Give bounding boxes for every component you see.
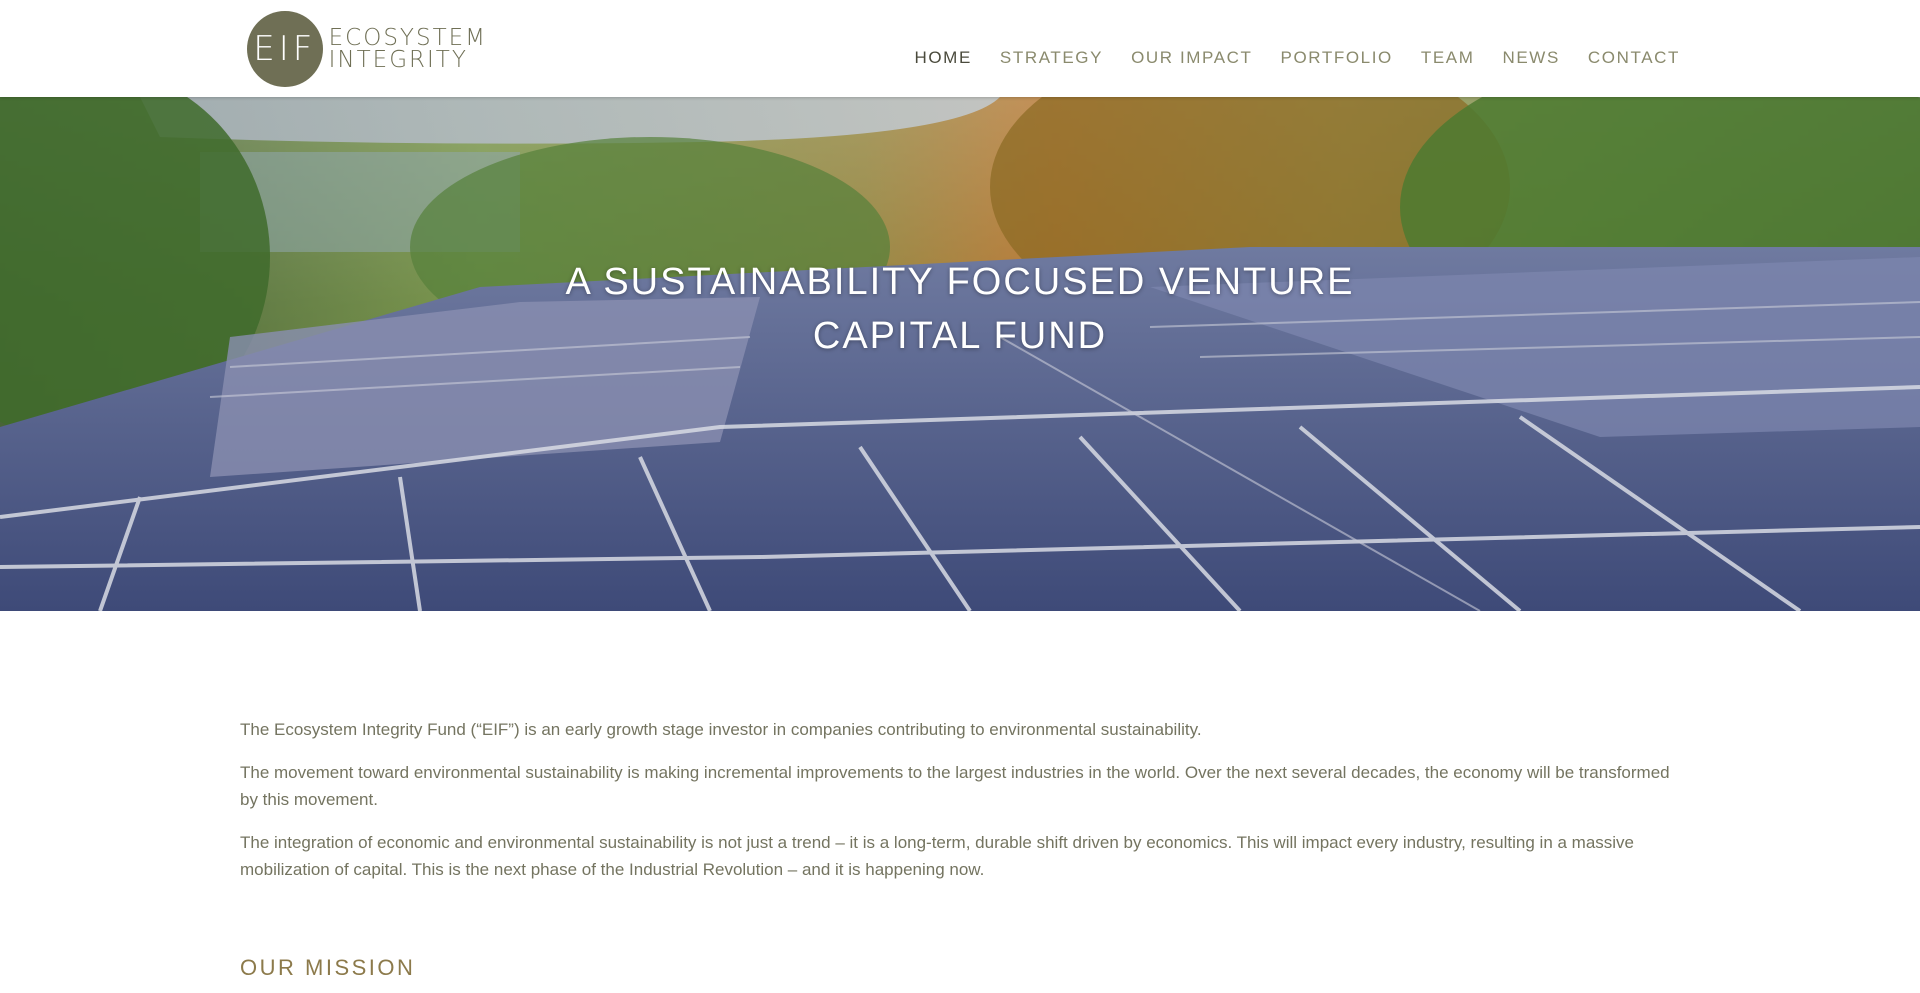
nav-team[interactable]: TEAM — [1421, 48, 1475, 68]
nav-contact[interactable]: CONTACT — [1588, 48, 1680, 68]
nav-news[interactable]: NEWS — [1502, 48, 1559, 68]
nav-home[interactable]: HOME — [914, 48, 971, 68]
logo-link[interactable]: EIF ECOSYSTEM INTEGRITY — [247, 11, 487, 87]
logo-line-2: INTEGRITY — [328, 47, 468, 73]
nav-strategy[interactable]: STRATEGY — [1000, 48, 1103, 68]
mission-heading: OUR MISSION — [240, 955, 416, 980]
intro-section: The Ecosystem Integrity Fund (“EIF”) is … — [240, 716, 1680, 899]
hero-title: A SUSTAINABILITY FOCUSED VENTURE CAPITAL… — [0, 255, 1920, 363]
main-nav: HOME STRATEGY OUR IMPACT PORTFOLIO TEAM … — [886, 48, 1680, 68]
intro-paragraph-2: The movement toward environmental sustai… — [240, 763, 1670, 809]
site-header: EIF ECOSYSTEM INTEGRITY HOME STRATEGY OU… — [0, 0, 1920, 97]
nav-portfolio[interactable]: PORTFOLIO — [1281, 48, 1393, 68]
hero-title-line-1: A SUSTAINABILITY FOCUSED VENTURE — [565, 261, 1355, 303]
intro-paragraph-3: The integration of economic and environm… — [240, 833, 1635, 879]
logo-wordmark: ECOSYSTEM INTEGRITY — [328, 25, 487, 73]
hero-banner: A SUSTAINABILITY FOCUSED VENTURE CAPITAL… — [0, 97, 1920, 611]
logo-monogram: EIF — [247, 11, 323, 87]
hero-title-line-2: CAPITAL FUND — [812, 315, 1108, 357]
nav-our-impact[interactable]: OUR IMPACT — [1131, 48, 1252, 68]
intro-paragraph-1: The Ecosystem Integrity Fund (“EIF”) is … — [240, 720, 1202, 739]
logo-line-1: ECOSYSTEM — [328, 25, 487, 51]
